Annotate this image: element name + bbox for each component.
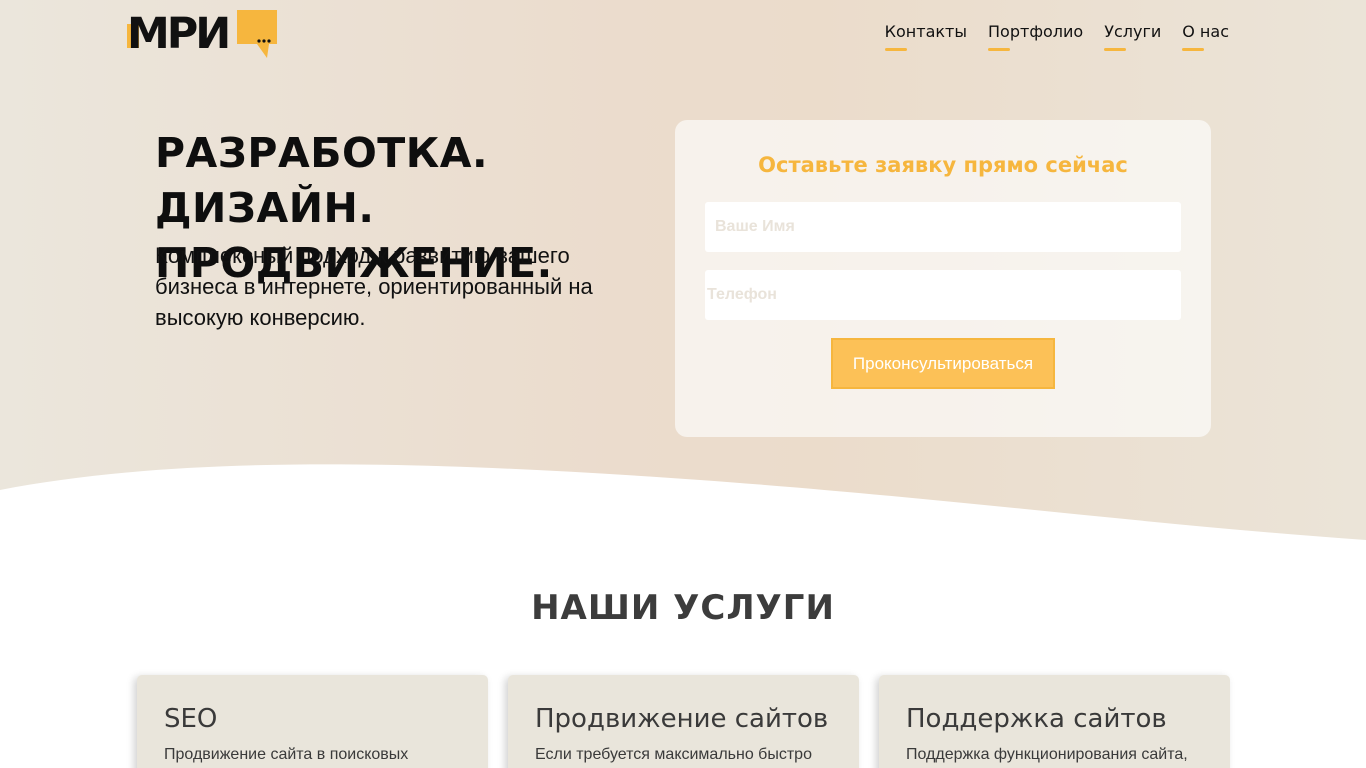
nav-item-contacts[interactable]: Контакты bbox=[884, 22, 967, 51]
hero-title-line1: РАЗРАБОТКА. ДИЗАЙН. bbox=[155, 129, 489, 232]
service-card-text: Поддержка функционирования сайта, bbox=[906, 746, 1188, 763]
service-card-promotion[interactable]: Продвижение сайтов Если требуется максим… bbox=[508, 675, 859, 768]
hero-wave-divider bbox=[0, 464, 1366, 570]
services-title: НАШИ УСЛУГИ bbox=[531, 588, 835, 628]
nav-item-services[interactable]: Услуги bbox=[1104, 22, 1161, 51]
logo-text: МРИ bbox=[127, 10, 228, 59]
service-card-title: SEO bbox=[164, 704, 218, 734]
request-form-card: Оставьте заявку прямо сейчас Проконсульт… bbox=[675, 120, 1211, 437]
service-card-seo[interactable]: SEO Продвижение сайта в поисковых bbox=[137, 675, 488, 768]
form-title: Оставьте заявку прямо сейчас bbox=[758, 153, 1128, 177]
service-card-text: Если требуется максимально быстро bbox=[535, 746, 812, 763]
consult-button[interactable]: Проконсультироваться bbox=[831, 338, 1055, 389]
service-card-title: Продвижение сайтов bbox=[535, 704, 829, 734]
service-card-text: Продвижение сайта в поисковых bbox=[164, 746, 409, 763]
nav-item-about[interactable]: О нас bbox=[1182, 22, 1229, 51]
service-card-title: Поддержка сайтов bbox=[906, 704, 1167, 734]
phone-input[interactable] bbox=[705, 270, 1181, 320]
name-input[interactable] bbox=[705, 202, 1181, 252]
nav-item-portfolio[interactable]: Портфолио bbox=[988, 22, 1083, 51]
brand-logo[interactable]: МРИ bbox=[127, 10, 279, 60]
hero-subtitle: Комплексный подход к развитию вашего биз… bbox=[155, 243, 593, 330]
main-nav: Контакты Портфолио Услуги О нас bbox=[884, 22, 1229, 51]
service-card-support[interactable]: Поддержка сайтов Поддержка функционирова… bbox=[879, 675, 1230, 768]
